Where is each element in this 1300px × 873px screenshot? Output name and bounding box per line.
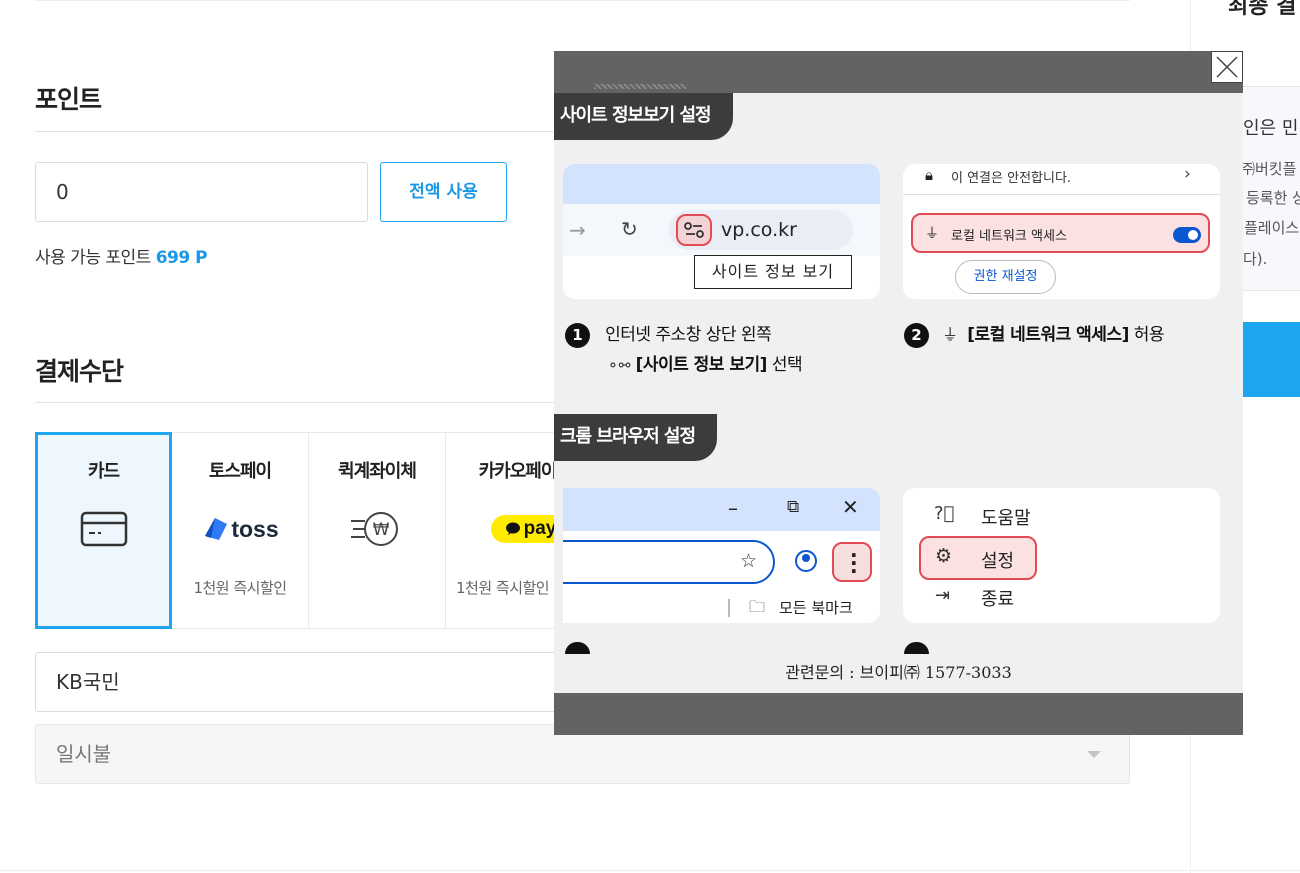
contact-info: 관련문의 : 브이피㈜ 1577-3033 bbox=[785, 663, 1012, 682]
point-section-title: 포인트 bbox=[35, 85, 102, 114]
menu-settings: 설정 bbox=[981, 551, 1015, 572]
notice-line: 등록한 상 bbox=[1246, 189, 1300, 207]
payment-method-label: 카드 bbox=[87, 461, 120, 482]
point-input[interactable]: 0 bbox=[35, 162, 368, 222]
chevron-down-icon bbox=[1087, 751, 1101, 758]
minimize-icon: – bbox=[728, 496, 738, 520]
credit-card-icon bbox=[38, 509, 169, 549]
section-tab-site-info: 사이트 정보보기 설정 bbox=[554, 93, 733, 140]
summary-title-fragment: 최종 결 bbox=[1228, 0, 1297, 19]
menu-exit[interactable]: 종료 bbox=[981, 585, 1014, 611]
lna-toggle[interactable] bbox=[1173, 227, 1201, 243]
reset-permissions-button[interactable]: 권한 재설정 bbox=[955, 260, 1056, 294]
kakaopay-logo-text: pay bbox=[523, 518, 557, 539]
step-1-line1: 인터넷 주소창 상단 왼쪽 bbox=[605, 325, 772, 345]
tooltip: 사이트 정보 보기 bbox=[694, 255, 852, 289]
svg-text:₩: ₩ bbox=[373, 520, 390, 540]
payment-method-quick-transfer[interactable]: 퀵계좌이체 ₩ bbox=[309, 433, 446, 629]
payment-section-title: 결제수단 bbox=[35, 357, 124, 386]
url-text: vp.co.kr bbox=[721, 219, 797, 241]
popup-close-button[interactable] bbox=[1211, 51, 1243, 83]
reload-icon: ↻ bbox=[621, 217, 638, 241]
step-number: 1 bbox=[565, 323, 590, 348]
header-stripe bbox=[594, 84, 686, 89]
lna-label: 로컬 네트워크 액세스 bbox=[951, 229, 1067, 244]
step-number: 2 bbox=[904, 323, 929, 348]
toss-logo-text: toss bbox=[231, 515, 279, 542]
payment-method-label: 토스페이 bbox=[208, 461, 272, 482]
popup-header bbox=[554, 51, 1243, 93]
omnibox: ☆ bbox=[563, 540, 775, 584]
payment-method-card[interactable]: 카드 bbox=[35, 432, 172, 629]
close-icon: ✕ bbox=[842, 495, 859, 519]
notice-line: ㈜버킷플 bbox=[1240, 160, 1297, 178]
notice-line: 다). bbox=[1243, 250, 1268, 268]
router-icon: ⏚ bbox=[942, 325, 959, 344]
step-1-tail: 선택 bbox=[766, 355, 803, 375]
exit-icon: ⇥ bbox=[935, 585, 951, 606]
step-1: 1 인터넷 주소창 상단 왼쪽 ⚬⚯ [사이트 정보 보기] 선택 bbox=[565, 320, 803, 375]
top-divider bbox=[35, 0, 1130, 1]
close-icon bbox=[1216, 56, 1238, 78]
payment-method-tosspay[interactable]: 토스페이 toss 1천원 즉시할인 bbox=[172, 433, 309, 629]
secure-text: 이 연결은 안전합니다. bbox=[951, 171, 1072, 186]
site-info-screenshot: 🔒︎ 이 연결은 안전합니다. › ⏚ 로컬 네트워크 액세스 권한 재설정 bbox=[903, 164, 1220, 299]
step-2: 2 ⏚ [로컬 네트워크 액세스] 허용 bbox=[904, 320, 1165, 348]
address-bar-screenshot: → ↻ vp.co.kr 사이트 정보 보기 bbox=[563, 164, 880, 299]
menu-settings-item[interactable]: ⚙ 설정 bbox=[919, 536, 1037, 580]
star-icon: ☆ bbox=[739, 550, 757, 572]
chrome-menu-screenshot: ?⃝ 도움말 ⚙ 설정 ⇥ 종료 bbox=[903, 488, 1220, 623]
installment-select-value: 일시불 bbox=[56, 742, 112, 766]
notice-line: 플레이스 bbox=[1244, 219, 1300, 237]
browser-permission-popup: 사이트 정보보기 설정 → ↻ vp.co.kr 사이트 정보 보기 🔒︎ 이 … bbox=[554, 51, 1243, 735]
section-tab-chrome: 크롬 브라우저 설정 bbox=[554, 414, 718, 461]
use-all-points-button[interactable]: 전액 사용 bbox=[380, 162, 507, 222]
profile-icon bbox=[795, 550, 817, 572]
step-1-bold: [사이트 정보 보기] bbox=[635, 355, 768, 375]
payment-method-discount: 1천원 즉시할인 bbox=[193, 579, 287, 597]
available-points-value: 699 P bbox=[155, 248, 208, 268]
toss-logo: toss bbox=[172, 509, 308, 549]
router-icon: ⏚ bbox=[925, 226, 939, 242]
tune-icon bbox=[676, 214, 712, 246]
tune-icon: ⚬⚯ bbox=[607, 358, 631, 374]
available-points: 사용 가능 포인트 699 P bbox=[35, 243, 208, 268]
popup-footer bbox=[554, 693, 1243, 735]
local-network-access-row[interactable]: ⏚ 로컬 네트워크 액세스 bbox=[911, 213, 1210, 253]
restore-icon: ⧉ bbox=[787, 497, 800, 517]
bookmarks-label: 모든 북마크 bbox=[779, 599, 853, 617]
step-2-bold: [로컬 네트워크 액세스] bbox=[967, 325, 1129, 345]
fast-won-transfer-icon: ₩ bbox=[309, 509, 445, 549]
lock-icon: 🔒︎ bbox=[925, 166, 933, 184]
forward-arrow-icon: → bbox=[569, 218, 586, 242]
checkout-button[interactable] bbox=[1238, 322, 1300, 397]
payment-method-label: 퀵계좌이체 bbox=[338, 461, 417, 482]
notice-line: 인은 민 bbox=[1243, 118, 1299, 139]
help-icon: ?⃝ bbox=[934, 503, 955, 524]
chevron-right-icon: › bbox=[1184, 164, 1191, 184]
bottom-divider bbox=[0, 870, 1300, 871]
chrome-toolbar-screenshot: – ⧉ ✕ ☆ · · · 🗀︎ 모든 북마크 bbox=[563, 488, 880, 623]
more-menu-icon[interactable]: · · · bbox=[832, 542, 872, 582]
gear-icon: ⚙ bbox=[935, 545, 953, 567]
folder-icon: 🗀︎ bbox=[749, 597, 766, 616]
step-2-tail: 허용 bbox=[1128, 325, 1165, 345]
menu-help[interactable]: 도움말 bbox=[981, 504, 1031, 530]
available-points-label: 사용 가능 포인트 bbox=[35, 248, 151, 268]
